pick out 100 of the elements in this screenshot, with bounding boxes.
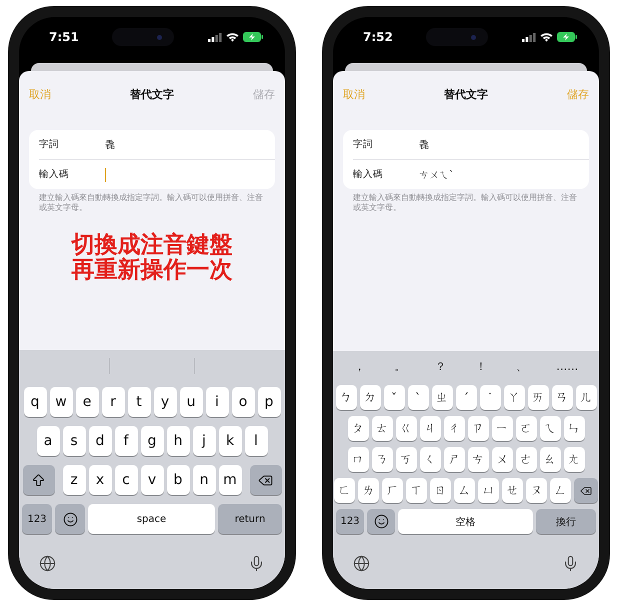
keyboard-key[interactable]: y xyxy=(154,387,176,417)
keyboard-key[interactable]: ㄚ xyxy=(504,385,524,410)
keyboard-key[interactable]: ㄘ xyxy=(468,447,488,472)
keyboard-key[interactable]: ㄉ xyxy=(360,385,380,410)
keyboard-key[interactable]: ㄌ xyxy=(358,478,379,503)
input-field[interactable]: ㄘㄨㄟˋ xyxy=(419,166,589,184)
shift-arrow-icon xyxy=(31,472,46,488)
keyboard-key[interactable]: ˙ xyxy=(480,385,500,410)
keyboard-key[interactable]: e xyxy=(76,387,98,417)
keyboard-key[interactable]: ㄙ xyxy=(454,478,475,503)
punctuation-key[interactable]: ， xyxy=(348,359,371,374)
keyboard-key[interactable]: s xyxy=(62,426,86,456)
keyboard-key[interactable]: ㄈ xyxy=(334,478,355,503)
keyboard-key[interactable]: ㄖ xyxy=(430,478,451,503)
keyboard-key[interactable]: ㄟ xyxy=(540,416,560,441)
keyboard-key[interactable]: ㄎ xyxy=(396,447,416,472)
keyboard-key[interactable]: ㄒ xyxy=(406,478,427,503)
keyboard-key[interactable]: h xyxy=(166,426,190,456)
input-field[interactable]: 毳 xyxy=(105,136,275,154)
keyboard-key[interactable]: ㄓ xyxy=(432,385,452,410)
keyboard-key[interactable]: ㄕ xyxy=(444,447,464,472)
return-key[interactable]: return xyxy=(218,504,282,534)
globe-icon[interactable] xyxy=(353,554,370,572)
keyboard-key[interactable]: o xyxy=(232,387,254,417)
punctuation-key[interactable]: 、 xyxy=(510,359,533,374)
annotation-text: 再重新操作一次 xyxy=(72,258,232,283)
keyboard-key[interactable]: ㄇ xyxy=(348,447,368,472)
keyboard-key[interactable]: ㄗ xyxy=(468,416,488,441)
space-key[interactable]: space xyxy=(88,504,215,534)
keyboard-key[interactable]: ㄛ xyxy=(516,416,536,441)
keyboard-key[interactable]: d xyxy=(88,426,112,456)
keyboard-key[interactable]: i xyxy=(206,387,228,417)
shift-key[interactable] xyxy=(22,465,54,495)
signal-icon xyxy=(208,32,222,42)
smiley-icon xyxy=(62,512,78,526)
keyboard-key[interactable]: ㄢ xyxy=(552,385,572,410)
keyboard-key[interactable]: p xyxy=(258,387,280,417)
keyboard-key[interactable]: x xyxy=(88,465,112,495)
return-key[interactable]: 換行 xyxy=(536,509,596,534)
keyboard-key[interactable]: ㄨ xyxy=(492,447,512,472)
text-caret xyxy=(105,168,106,182)
keyboard-key[interactable]: ㄠ xyxy=(540,447,560,472)
emoji-key[interactable] xyxy=(55,504,85,534)
punctuation-key[interactable]: …… xyxy=(550,360,584,373)
keyboard-key[interactable]: n xyxy=(192,465,216,495)
keyboard-key[interactable]: k xyxy=(218,426,242,456)
keyboard-key[interactable]: ㄜ xyxy=(516,447,536,472)
keyboard-key[interactable]: a xyxy=(36,426,60,456)
space-key[interactable]: 空格 xyxy=(398,509,533,534)
punctuation-key[interactable]: ？ xyxy=(428,359,452,374)
keyboard-key[interactable]: ㄡ xyxy=(526,478,547,503)
keyboard-key[interactable]: t xyxy=(128,387,150,417)
keyboard-key[interactable]: u xyxy=(180,387,202,417)
keyboard-key[interactable]: l xyxy=(244,426,268,456)
punctuation-key[interactable]: ！ xyxy=(469,359,492,374)
keyboard-key[interactable]: ㄥ xyxy=(550,478,571,503)
keyboard-key[interactable]: ㄏ xyxy=(382,478,403,503)
punctuation-key[interactable]: 。 xyxy=(388,359,412,374)
delete-key[interactable] xyxy=(250,465,282,495)
keyboard-key[interactable]: ㄞ xyxy=(528,385,548,410)
globe-icon[interactable] xyxy=(39,554,56,572)
keyboard-key[interactable]: m xyxy=(218,465,242,495)
keyboard-key[interactable]: q xyxy=(24,387,46,417)
keyboard-key[interactable]: ㄤ xyxy=(564,447,584,472)
keyboard-key[interactable]: ㄐ xyxy=(420,416,440,441)
delete-key[interactable] xyxy=(574,478,598,503)
dynamic-island xyxy=(426,28,488,46)
keyboard-key[interactable]: ˇ xyxy=(384,385,404,410)
field-label: 輸入碼 xyxy=(39,168,70,181)
keyboard-key[interactable]: ㄧ xyxy=(492,416,512,441)
keyboard-key[interactable]: ㄆ xyxy=(348,416,368,441)
microphone-icon[interactable] xyxy=(248,554,265,572)
keyboard-key[interactable]: c xyxy=(114,465,138,495)
keyboard-key[interactable]: f xyxy=(114,426,138,456)
keyboard-key[interactable]: r xyxy=(102,387,124,417)
keyboard-key[interactable]: g xyxy=(140,426,164,456)
numbers-key[interactable]: 123 xyxy=(22,504,52,534)
keyboard-key[interactable]: ㄝ xyxy=(502,478,523,503)
keyboard-key[interactable]: j xyxy=(192,426,216,456)
keyboard-key[interactable]: b xyxy=(166,465,190,495)
keyboard-key[interactable]: ˋ xyxy=(408,385,428,410)
keyboard-key[interactable]: ㄔ xyxy=(444,416,464,441)
field-label: 輸入碼 xyxy=(353,168,384,181)
keyboard-key[interactable]: ㄋ xyxy=(372,447,392,472)
keyboard-key[interactable]: ㄣ xyxy=(564,416,584,441)
keyboard-key[interactable]: ㄑ xyxy=(420,447,440,472)
keyboard-key[interactable]: ㄅ xyxy=(336,385,356,410)
keyboard-key[interactable]: w xyxy=(50,387,72,417)
keyboard-key[interactable]: v xyxy=(140,465,164,495)
status-time: 7:51 xyxy=(49,30,79,44)
keyboard-key[interactable]: ㄍ xyxy=(396,416,416,441)
keyboard-key[interactable]: ㄩ xyxy=(478,478,499,503)
keyboard-key[interactable]: ˊ xyxy=(456,385,476,410)
keyboard-key[interactable]: ㄊ xyxy=(372,416,392,441)
input-field[interactable]: 毳 xyxy=(419,136,589,154)
keyboard-key[interactable]: z xyxy=(62,465,86,495)
numbers-key[interactable]: 123 xyxy=(336,509,364,534)
emoji-key[interactable] xyxy=(367,509,395,534)
keyboard-key[interactable]: ㄦ xyxy=(576,385,596,410)
microphone-icon[interactable] xyxy=(562,554,579,572)
